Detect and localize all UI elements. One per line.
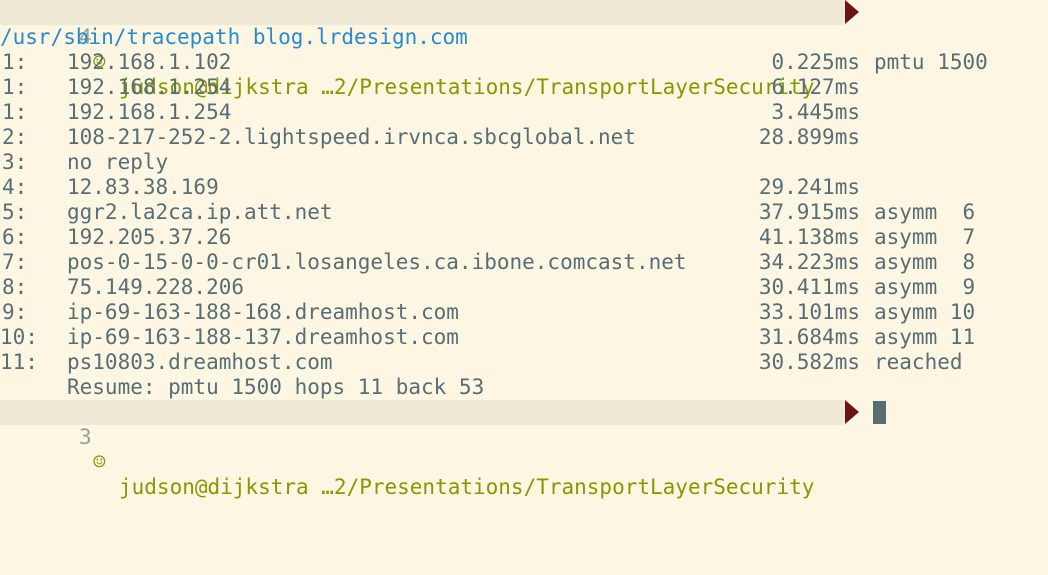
hop-extra: asymm 10 — [874, 300, 976, 324]
trace-row: 2: 108-217-252-2.lightspeed.irvnca.sbcglo… — [0, 125, 1048, 150]
hop-host: ggr2.la2ca.ip.att.net — [67, 200, 333, 224]
hop-rtt: 3.445ms — [771, 100, 860, 124]
trace-row: 9: ip-69-163-188-168.dreamhost.com 33.101m… — [0, 300, 1048, 325]
trace-row: 6: 192.205.37.26 41.138ms asymm 7 — [0, 225, 1048, 250]
smiley-icon: ☺ — [93, 450, 106, 474]
prompt-arrow-icon — [845, 400, 859, 424]
trace-row: 10: ip-69-163-188-137.dreamhost.com 31.684… — [0, 325, 1048, 350]
hop-rtt: 30.411ms — [758, 275, 860, 299]
hop-host: ip-69-163-188-137.dreamhost.com — [67, 325, 459, 349]
command-argument: blog.lrdesign.com — [252, 25, 468, 49]
hop-number: 6: — [2, 225, 28, 249]
trace-row: 7: pos-0-15-0-0-cr01.losangeles.ca.ibone.… — [0, 250, 1048, 275]
trace-row: 1: 192.168.1.254 6.127ms — [0, 75, 1048, 100]
hop-extra: asymm 7 — [874, 225, 976, 249]
hop-host: 75.149.228.206 — [67, 275, 245, 299]
hop-host: 108-217-252-2.lightspeed.irvnca.sbcgloba… — [67, 125, 636, 149]
hop-host: ip-69-163-188-168.dreamhost.com — [67, 300, 459, 324]
hop-host: 192.168.1.102 — [67, 50, 232, 74]
hop-extra: pmtu 1500 — [874, 50, 988, 74]
terminal[interactable]: 4 ☺ judson@dijkstra …2/Presentations/Tra… — [0, 0, 1048, 499]
hop-host: 192.168.1.254 — [67, 100, 232, 124]
trace-row: 11: ps10803.dreamhost.com 30.582ms reached — [0, 350, 1048, 375]
hop-extra: asymm 6 — [874, 200, 976, 224]
hop-number: 9: — [2, 300, 28, 324]
hop-host: no reply — [67, 150, 169, 174]
hop-rtt: 31.684ms — [758, 325, 860, 349]
hop-number: 10: — [0, 325, 38, 349]
hop-host: 192.205.37.26 — [67, 225, 232, 249]
trace-row: 8: 75.149.228.206 30.411ms asymm 9 — [0, 275, 1048, 300]
summary-text: Resume: pmtu 1500 hops 11 back 53 — [67, 375, 485, 399]
hop-extra: asymm 11 — [874, 325, 976, 349]
hop-rtt: 6.127ms — [771, 75, 860, 99]
hop-rtt: 30.582ms — [758, 350, 860, 374]
prompt-text: judson@dijkstra …2/Presentations/Transpo… — [119, 475, 815, 499]
hop-number: 3: — [2, 150, 28, 174]
hop-number: 1: — [2, 75, 28, 99]
hop-rtt: 28.899ms — [758, 125, 860, 149]
hop-number: 11: — [0, 350, 38, 374]
history-number: 3 — [79, 425, 92, 449]
hop-rtt: 34.223ms — [758, 250, 860, 274]
trace-row: 3: no reply — [0, 150, 1048, 175]
trace-row: 4: 12.83.38.169 29.241ms — [0, 175, 1048, 200]
trace-row: 1: 192.168.1.102 0.225ms pmtu 1500 — [0, 50, 1048, 75]
hop-rtt: 29.241ms — [758, 175, 860, 199]
hop-number: 8: — [2, 275, 28, 299]
trace-output: 1: 192.168.1.102 0.225ms pmtu 1500 1: 192.16… — [0, 50, 1048, 375]
hop-extra: asymm 9 — [874, 275, 976, 299]
prompt-line-top: 4 ☺ judson@dijkstra …2/Presentations/Tra… — [0, 0, 859, 99]
hop-number: 1: — [2, 100, 28, 124]
trace-row: 5: ggr2.la2ca.ip.att.net 37.915ms asymm 6 — [0, 200, 1048, 225]
hop-number: 5: — [2, 200, 28, 224]
trace-row: 1: 192.168.1.254 3.445ms — [0, 100, 1048, 125]
hop-host: 12.83.38.169 — [67, 175, 219, 199]
hop-number: 7: — [2, 250, 28, 274]
summary-line: Resume: pmtu 1500 hops 11 back 53 — [0, 375, 1048, 400]
hop-rtt: 0.225ms — [771, 50, 860, 74]
text-cursor[interactable] — [873, 401, 886, 424]
hop-extra: reached — [874, 350, 963, 374]
hop-host: pos-0-15-0-0-cr01.losangeles.ca.ibone.co… — [67, 250, 687, 274]
hop-number: 1: — [2, 50, 28, 74]
command-path: /usr/sbin/tracepath — [0, 25, 241, 49]
hop-rtt: 33.101ms — [758, 300, 860, 324]
prompt-arrow-icon — [845, 0, 859, 24]
command-line: /usr/sbin/tracepath blog.lrdesign.com — [0, 25, 1048, 50]
prompt-line-bottom[interactable]: 3 ☺ judson@dijkstra …2/Presentations/Tra… — [0, 400, 886, 499]
hop-rtt: 41.138ms — [758, 225, 860, 249]
hop-rtt: 37.915ms — [758, 200, 860, 224]
hop-host: ps10803.dreamhost.com — [67, 350, 333, 374]
hop-number: 2: — [2, 125, 28, 149]
hop-number: 4: — [2, 175, 28, 199]
hop-host: 192.168.1.254 — [67, 75, 232, 99]
hop-extra: asymm 8 — [874, 250, 976, 274]
